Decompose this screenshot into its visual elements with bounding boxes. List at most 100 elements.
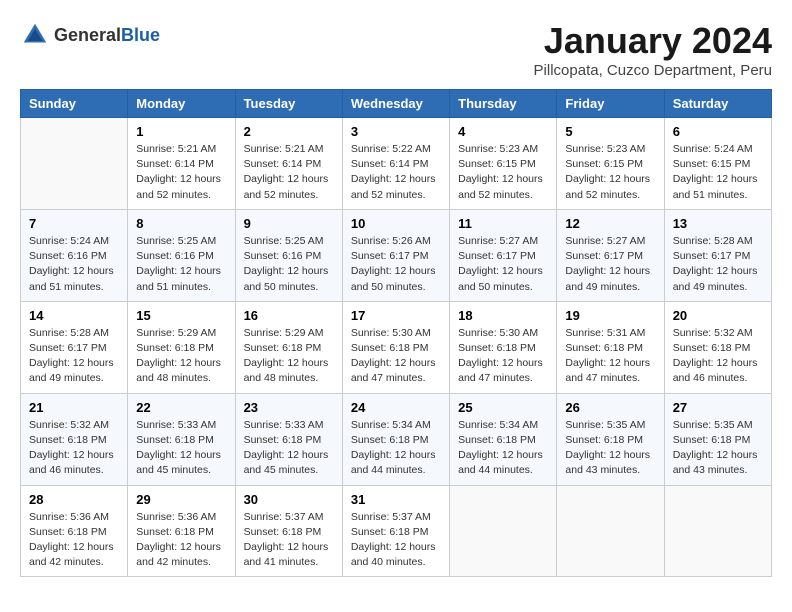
calendar-cell: 17 Sunrise: 5:30 AM Sunset: 6:18 PM Dayli… (342, 301, 449, 393)
day-number: 22 (136, 400, 226, 415)
day-info: Sunrise: 5:21 AM Sunset: 6:14 PM Dayligh… (136, 143, 221, 201)
day-info: Sunrise: 5:33 AM Sunset: 6:18 PM Dayligh… (136, 419, 221, 477)
day-number: 2 (244, 124, 334, 139)
calendar-cell: 20Sunrise: 5:32 AM Sunset: 6:18 PM Dayli… (664, 301, 771, 393)
day-info: Sunrise: 5:24 AM Sunset: 6:15 PM Dayligh… (673, 143, 758, 201)
calendar-cell: 31 Sunrise: 5:37 AM Sunset: 6:18 PM Dayli… (342, 485, 449, 577)
day-number: 8 (136, 216, 226, 231)
day-number: 5 (565, 124, 655, 139)
day-info: Sunrise: 5:25 AM Sunset: 6:16 PM Dayligh… (244, 235, 329, 293)
day-number: 1 (136, 124, 226, 139)
calendar-table: SundayMondayTuesdayWednesdayThursdayFrid… (20, 89, 772, 577)
day-info: Sunrise: 5:22 AM Sunset: 6:14 PM Dayligh… (351, 143, 436, 201)
calendar-cell: 21 Sunrise: 5:32 AM Sunset: 6:18 PM Dayli… (21, 393, 128, 485)
day-number: 9 (244, 216, 334, 231)
week-row-1: 1 Sunrise: 5:21 AM Sunset: 6:14 PM Daylig… (21, 118, 772, 210)
day-number: 3 (351, 124, 441, 139)
day-number: 17 (351, 308, 441, 323)
calendar-header-row: SundayMondayTuesdayWednesdayThursdayFrid… (21, 90, 772, 118)
day-info: Sunrise: 5:31 AM Sunset: 6:18 PM Dayligh… (565, 327, 650, 385)
calendar-cell: 22 Sunrise: 5:33 AM Sunset: 6:18 PM Dayli… (128, 393, 235, 485)
day-number: 21 (29, 400, 119, 415)
day-info: Sunrise: 5:30 AM Sunset: 6:18 PM Dayligh… (351, 327, 436, 385)
day-number: 18 (458, 308, 548, 323)
day-number: 10 (351, 216, 441, 231)
day-number: 12 (565, 216, 655, 231)
day-info: Sunrise: 5:35 AM Sunset: 6:18 PM Dayligh… (565, 419, 650, 477)
calendar-cell: 27Sunrise: 5:35 AM Sunset: 6:18 PM Dayli… (664, 393, 771, 485)
day-number: 31 (351, 492, 441, 507)
day-number: 7 (29, 216, 119, 231)
logo: GeneralBlue (20, 20, 160, 50)
calendar-cell: 28 Sunrise: 5:36 AM Sunset: 6:18 PM Dayli… (21, 485, 128, 577)
logo-general-text: General (54, 25, 121, 45)
page-header: GeneralBlue January 2024 Pillcopata, Cuz… (20, 20, 772, 79)
day-number: 16 (244, 308, 334, 323)
week-row-5: 28 Sunrise: 5:36 AM Sunset: 6:18 PM Dayli… (21, 485, 772, 577)
calendar-cell: 26 Sunrise: 5:35 AM Sunset: 6:18 PM Dayli… (557, 393, 664, 485)
day-number: 15 (136, 308, 226, 323)
calendar-cell: 2Sunrise: 5:21 AM Sunset: 6:14 PM Daylig… (235, 118, 342, 210)
day-number: 25 (458, 400, 548, 415)
header-wednesday: Wednesday (342, 90, 449, 118)
day-info: Sunrise: 5:36 AM Sunset: 6:18 PM Dayligh… (29, 511, 114, 569)
logo-icon (20, 20, 50, 50)
calendar-cell: 3 Sunrise: 5:22 AM Sunset: 6:14 PM Daylig… (342, 118, 449, 210)
day-number: 19 (565, 308, 655, 323)
day-number: 29 (136, 492, 226, 507)
calendar-cell: 12 Sunrise: 5:27 AM Sunset: 6:17 PM Dayli… (557, 209, 664, 301)
day-info: Sunrise: 5:23 AM Sunset: 6:15 PM Dayligh… (565, 143, 650, 201)
day-number: 23 (244, 400, 334, 415)
day-info: Sunrise: 5:37 AM Sunset: 6:18 PM Dayligh… (351, 511, 436, 569)
calendar-cell: 8 Sunrise: 5:25 AM Sunset: 6:16 PM Daylig… (128, 209, 235, 301)
calendar-cell: 4Sunrise: 5:23 AM Sunset: 6:15 PM Daylig… (450, 118, 557, 210)
day-info: Sunrise: 5:28 AM Sunset: 6:17 PM Dayligh… (29, 327, 114, 385)
calendar-cell (664, 485, 771, 577)
day-info: Sunrise: 5:24 AM Sunset: 6:16 PM Dayligh… (29, 235, 114, 293)
week-row-3: 14 Sunrise: 5:28 AM Sunset: 6:17 PM Dayli… (21, 301, 772, 393)
calendar-cell: 14 Sunrise: 5:28 AM Sunset: 6:17 PM Dayli… (21, 301, 128, 393)
day-info: Sunrise: 5:27 AM Sunset: 6:17 PM Dayligh… (565, 235, 650, 293)
calendar-cell: 24Sunrise: 5:34 AM Sunset: 6:18 PM Dayli… (342, 393, 449, 485)
day-info: Sunrise: 5:30 AM Sunset: 6:18 PM Dayligh… (458, 327, 543, 385)
calendar-cell: 11Sunrise: 5:27 AM Sunset: 6:17 PM Dayli… (450, 209, 557, 301)
day-number: 14 (29, 308, 119, 323)
day-info: Sunrise: 5:23 AM Sunset: 6:15 PM Dayligh… (458, 143, 543, 201)
day-info: Sunrise: 5:33 AM Sunset: 6:18 PM Dayligh… (244, 419, 329, 477)
day-info: Sunrise: 5:36 AM Sunset: 6:18 PM Dayligh… (136, 511, 221, 569)
calendar-cell: 29 Sunrise: 5:36 AM Sunset: 6:18 PM Dayli… (128, 485, 235, 577)
day-info: Sunrise: 5:34 AM Sunset: 6:18 PM Dayligh… (351, 419, 436, 477)
day-info: Sunrise: 5:25 AM Sunset: 6:16 PM Dayligh… (136, 235, 221, 293)
month-title: January 2024 (534, 20, 772, 62)
day-info: Sunrise: 5:28 AM Sunset: 6:17 PM Dayligh… (673, 235, 758, 293)
day-number: 26 (565, 400, 655, 415)
logo-blue-text: Blue (121, 25, 160, 45)
day-info: Sunrise: 5:27 AM Sunset: 6:17 PM Dayligh… (458, 235, 543, 293)
calendar-cell: 7 Sunrise: 5:24 AM Sunset: 6:16 PM Daylig… (21, 209, 128, 301)
header-thursday: Thursday (450, 90, 557, 118)
header-tuesday: Tuesday (235, 90, 342, 118)
header-monday: Monday (128, 90, 235, 118)
day-number: 30 (244, 492, 334, 507)
title-area: January 2024 Pillcopata, Cuzco Departmen… (534, 20, 772, 79)
header-friday: Friday (557, 90, 664, 118)
calendar-cell: 23 Sunrise: 5:33 AM Sunset: 6:18 PM Dayli… (235, 393, 342, 485)
day-info: Sunrise: 5:29 AM Sunset: 6:18 PM Dayligh… (136, 327, 221, 385)
header-saturday: Saturday (664, 90, 771, 118)
calendar-cell: 25 Sunrise: 5:34 AM Sunset: 6:18 PM Dayli… (450, 393, 557, 485)
calendar-cell (450, 485, 557, 577)
header-sunday: Sunday (21, 90, 128, 118)
calendar-cell: 10 Sunrise: 5:26 AM Sunset: 6:17 PM Dayli… (342, 209, 449, 301)
day-info: Sunrise: 5:35 AM Sunset: 6:18 PM Dayligh… (673, 419, 758, 477)
day-info: Sunrise: 5:34 AM Sunset: 6:18 PM Dayligh… (458, 419, 543, 477)
day-number: 20 (673, 308, 763, 323)
day-number: 28 (29, 492, 119, 507)
calendar-cell: 16 Sunrise: 5:29 AM Sunset: 6:18 PM Dayli… (235, 301, 342, 393)
calendar-cell: 18 Sunrise: 5:30 AM Sunset: 6:18 PM Dayli… (450, 301, 557, 393)
calendar-cell: 30Sunrise: 5:37 AM Sunset: 6:18 PM Dayli… (235, 485, 342, 577)
day-number: 13 (673, 216, 763, 231)
day-info: Sunrise: 5:26 AM Sunset: 6:17 PM Dayligh… (351, 235, 436, 293)
calendar-cell: 1 Sunrise: 5:21 AM Sunset: 6:14 PM Daylig… (128, 118, 235, 210)
day-info: Sunrise: 5:32 AM Sunset: 6:18 PM Dayligh… (29, 419, 114, 477)
day-info: Sunrise: 5:29 AM Sunset: 6:18 PM Dayligh… (244, 327, 329, 385)
